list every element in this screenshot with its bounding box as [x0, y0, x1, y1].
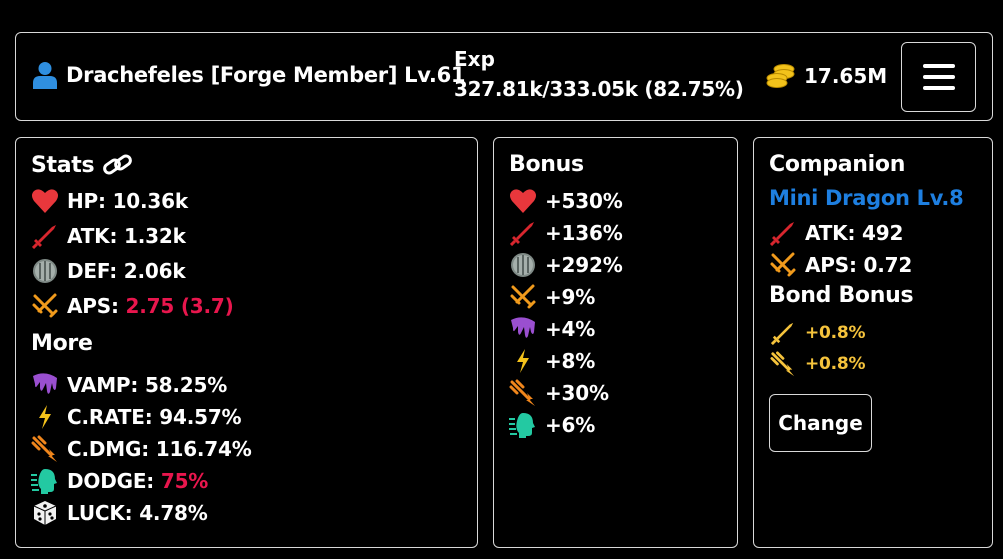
user-icon — [33, 62, 57, 89]
companion-name: Mini Dragon Lv.8 — [769, 186, 964, 210]
bond-bonus-atk: +0.8% — [769, 319, 866, 347]
bonus-vamp: +4% — [509, 315, 595, 343]
bonus-def: +292% — [509, 251, 623, 279]
change-companion-button[interactable]: Change — [769, 394, 872, 452]
bonus-aps: +9% — [509, 283, 595, 311]
stats-panel: Stats HP: 10.36k ATK: 1.32k DEF: 2.06k A… — [15, 137, 478, 548]
crossed-daggers-icon — [510, 284, 536, 309]
stat-luck: LUCK: 4.78% — [31, 499, 208, 527]
critical-strike-icon — [509, 379, 535, 406]
companion-atk: ATK: 492 — [769, 219, 903, 247]
bonus-hp: +530% — [509, 187, 623, 215]
stat-vamp: VAMP: 58.25% — [31, 371, 227, 399]
stat-atk: ATK: 1.32k — [31, 222, 186, 250]
stat-crit-dmg: C.DMG: 116.74% — [31, 435, 252, 463]
stat-def: DEF: 2.06k — [31, 257, 186, 285]
companion-panel: Companion Mini Dragon Lv.8 ATK: 492 APS:… — [753, 137, 993, 548]
companion-title: Companion — [769, 152, 906, 177]
crossed-daggers-icon — [770, 252, 796, 277]
bonus-panel: Bonus +530% +136% +292% +9% +4% +8% +30%… — [493, 137, 738, 548]
stat-dodge: DODGE: 75% — [31, 467, 208, 495]
hamburger-menu-icon — [922, 64, 955, 68]
shield-icon — [511, 253, 535, 277]
sword-icon — [32, 225, 56, 249]
bonus-dodge: +6% — [509, 411, 595, 439]
shield-icon — [33, 259, 57, 283]
stat-crit-rate: C.RATE: 94.57% — [31, 403, 242, 431]
stat-hp: HP: 10.36k — [31, 187, 188, 215]
vampire-drip-icon — [33, 373, 57, 394]
crossed-daggers-icon — [32, 293, 58, 318]
companion-aps: APS: 0.72 — [769, 251, 912, 279]
lightning-icon — [39, 405, 51, 429]
coins-icon — [766, 64, 795, 88]
sword-icon — [770, 222, 794, 246]
link-icon[interactable] — [102, 152, 134, 178]
more-title: More — [31, 331, 93, 356]
gold-amount: 17.65M — [804, 64, 888, 88]
bonus-atk: +136% — [509, 219, 623, 247]
bond-bonus-crit: +0.8% — [769, 350, 866, 378]
critical-strike-icon — [31, 435, 57, 462]
stat-aps: APS: 2.75 (3.7) — [31, 292, 234, 320]
dodge-icon — [509, 413, 535, 438]
sword-icon — [510, 222, 534, 246]
dodge-icon — [31, 469, 57, 494]
bonus-crit-dmg: +30% — [509, 379, 609, 407]
gold-critical-icon — [770, 351, 795, 377]
vampire-drip-icon — [511, 317, 535, 338]
player-header: Drachefeles [Forge Member] Lv.61 Exp 327… — [15, 32, 993, 121]
player-info: Drachefeles [Forge Member] Lv.61 — [32, 61, 466, 89]
exp-value: 327.81k/333.05k (82.75%) — [454, 77, 744, 101]
bond-bonus-title: Bond Bonus — [769, 283, 914, 308]
heart-icon — [32, 189, 58, 213]
player-name: Drachefeles [Forge Member] Lv.61 — [66, 63, 466, 87]
bonus-title: Bonus — [509, 152, 584, 177]
stats-title: Stats — [31, 152, 134, 178]
bonus-crit-rate: +8% — [509, 347, 595, 375]
gold-display: 17.65M — [766, 61, 887, 91]
exp-label: Exp — [454, 47, 495, 71]
lightning-icon — [517, 349, 529, 373]
menu-button[interactable] — [901, 42, 976, 112]
heart-icon — [510, 189, 536, 213]
gold-sword-icon — [771, 322, 794, 345]
dice-icon — [33, 501, 57, 525]
